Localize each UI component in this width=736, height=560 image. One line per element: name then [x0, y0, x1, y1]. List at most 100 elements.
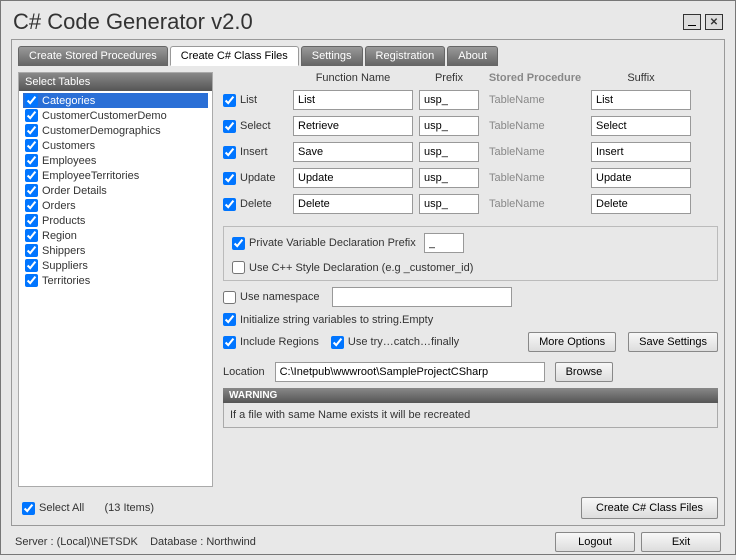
func-prefix-input[interactable] — [419, 142, 479, 162]
table-row[interactable]: Orders — [23, 198, 208, 213]
func-enable-update[interactable]: Update — [223, 172, 287, 185]
table-row[interactable]: EmployeeTerritories — [23, 168, 208, 183]
table-name: Order Details — [42, 185, 107, 197]
status-text: Server : (Local)\NETSDK Database : North… — [15, 536, 256, 548]
func-enable-select[interactable]: Select — [223, 120, 287, 133]
col-stored-procedure: Stored Procedure — [485, 72, 585, 84]
select-all-checkbox[interactable]: Select All (13 Items) — [22, 502, 154, 515]
func-name-input[interactable] — [293, 168, 413, 188]
func-prefix-input[interactable] — [419, 168, 479, 188]
tab-create-c-class-files[interactable]: Create C# Class Files — [170, 46, 299, 66]
table-row[interactable]: Employees — [23, 153, 208, 168]
func-enable-delete[interactable]: Delete — [223, 198, 287, 211]
func-name-input[interactable] — [293, 116, 413, 136]
exit-button[interactable]: Exit — [641, 532, 721, 552]
function-row: Update TableName — [223, 168, 718, 188]
namespace-input[interactable] — [332, 287, 512, 307]
app-window: C# Code Generator v2.0 ✕ Create Stored P… — [0, 0, 736, 555]
include-regions-checkbox[interactable]: Include Regions — [223, 336, 319, 349]
create-class-files-button[interactable]: Create C# Class Files — [581, 497, 718, 519]
init-string-checkbox[interactable]: Initialize string variables to string.Em… — [223, 313, 718, 326]
tab-bar: Create Stored ProceduresCreate C# Class … — [18, 46, 718, 66]
tables-list[interactable]: Categories CustomerCustomerDemoCustomerDe… — [19, 91, 212, 486]
table-row[interactable]: Categories — [23, 93, 208, 108]
table-row[interactable]: Order Details — [23, 183, 208, 198]
func-enable-insert[interactable]: Insert — [223, 146, 287, 159]
table-name: Products — [42, 215, 85, 227]
table-checkbox[interactable] — [25, 109, 38, 122]
table-checkbox[interactable] — [25, 199, 38, 212]
pvdp-checkbox[interactable]: Private Variable Declaration Prefix — [232, 237, 416, 250]
table-name: Territories — [42, 275, 90, 287]
tab-about[interactable]: About — [447, 46, 498, 66]
table-checkbox[interactable] — [25, 124, 38, 137]
col-function-name: Function Name — [293, 72, 413, 84]
table-row[interactable]: Products — [23, 213, 208, 228]
location-label: Location — [223, 366, 265, 378]
save-settings-button[interactable]: Save Settings — [628, 332, 718, 352]
func-tablename: TableName — [485, 172, 585, 184]
tab-registration[interactable]: Registration — [365, 46, 446, 66]
table-checkbox[interactable] — [25, 184, 38, 197]
table-name: Suppliers — [42, 260, 88, 272]
func-suffix-input[interactable] — [591, 116, 691, 136]
warning-body: If a file with same Name exists it will … — [223, 403, 718, 428]
func-name-input[interactable] — [293, 194, 413, 214]
table-checkbox[interactable] — [25, 259, 38, 272]
table-checkbox[interactable] — [25, 244, 38, 257]
table-checkbox[interactable] — [25, 229, 38, 242]
func-name-input[interactable] — [293, 142, 413, 162]
func-tablename: TableName — [485, 198, 585, 210]
table-row[interactable]: CustomerCustomerDemo — [23, 108, 208, 123]
items-count: (13 Items) — [104, 502, 154, 514]
pvdp-input[interactable] — [424, 233, 464, 253]
use-try-catch-checkbox[interactable]: Use try…catch…finally — [331, 336, 459, 349]
table-row[interactable]: Territories — [23, 273, 208, 288]
minimize-button[interactable] — [683, 14, 701, 30]
warning-header: WARNING — [223, 388, 718, 403]
table-name: Shippers — [42, 245, 85, 257]
table-checkbox[interactable] — [25, 214, 38, 227]
location-input[interactable] — [275, 362, 545, 382]
more-options-button[interactable]: More Options — [528, 332, 616, 352]
func-enable-list[interactable]: List — [223, 94, 287, 107]
func-suffix-input[interactable] — [591, 142, 691, 162]
table-row[interactable]: Suppliers — [23, 258, 208, 273]
options-row: Include Regions Use try…catch…finally Mo… — [223, 332, 718, 352]
status-bar: Server : (Local)\NETSDK Database : North… — [1, 532, 735, 560]
private-var-prefix-box: Private Variable Declaration Prefix Use … — [223, 226, 718, 281]
window-controls: ✕ — [683, 14, 723, 30]
func-prefix-input[interactable] — [419, 194, 479, 214]
warning-box: WARNING If a file with same Name exists … — [223, 388, 718, 428]
table-checkbox[interactable] — [25, 94, 38, 107]
table-row[interactable]: CustomerDemographics — [23, 123, 208, 138]
table-row[interactable]: Region — [23, 228, 208, 243]
browse-button[interactable]: Browse — [555, 362, 614, 382]
cpp-style-checkbox[interactable]: Use C++ Style Declaration (e.g _customer… — [232, 261, 473, 274]
table-checkbox[interactable] — [25, 139, 38, 152]
table-row[interactable]: Shippers — [23, 243, 208, 258]
content-area: Create Stored ProceduresCreate C# Class … — [11, 39, 725, 526]
table-checkbox[interactable] — [25, 154, 38, 167]
table-name: CustomerCustomerDemo — [42, 110, 167, 122]
func-suffix-input[interactable] — [591, 90, 691, 110]
use-namespace-checkbox[interactable]: Use namespace — [223, 287, 718, 307]
function-row: Delete TableName — [223, 194, 718, 214]
func-suffix-input[interactable] — [591, 194, 691, 214]
table-checkbox[interactable] — [25, 274, 38, 287]
func-name-input[interactable] — [293, 90, 413, 110]
func-suffix-input[interactable] — [591, 168, 691, 188]
table-row[interactable]: Customers — [23, 138, 208, 153]
table-name: Employees — [42, 155, 96, 167]
function-columns-header: Function Name Prefix Stored Procedure Su… — [293, 72, 718, 84]
tab-settings[interactable]: Settings — [301, 46, 363, 66]
table-checkbox[interactable] — [25, 169, 38, 182]
close-button[interactable]: ✕ — [705, 14, 723, 30]
options-group: Use namespace Initialize string variable… — [223, 287, 718, 352]
logout-button[interactable]: Logout — [555, 532, 635, 552]
func-prefix-input[interactable] — [419, 116, 479, 136]
tab-create-stored-procedures[interactable]: Create Stored Procedures — [18, 46, 168, 66]
function-row: InsertTableName — [223, 142, 718, 162]
func-prefix-input[interactable] — [419, 90, 479, 110]
app-title: C# Code Generator v2.0 — [13, 9, 253, 35]
